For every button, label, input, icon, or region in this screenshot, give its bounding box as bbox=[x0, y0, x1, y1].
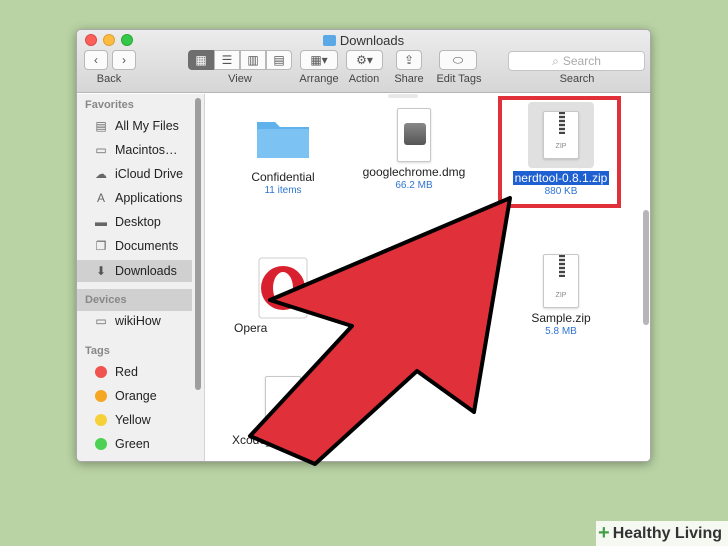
watermark: + Healthy Living bbox=[596, 521, 728, 546]
watermark-plus-icon: + bbox=[598, 522, 610, 544]
pointer-arrow-icon bbox=[248, 196, 512, 466]
watermark-text: Healthy Living bbox=[612, 524, 723, 542]
